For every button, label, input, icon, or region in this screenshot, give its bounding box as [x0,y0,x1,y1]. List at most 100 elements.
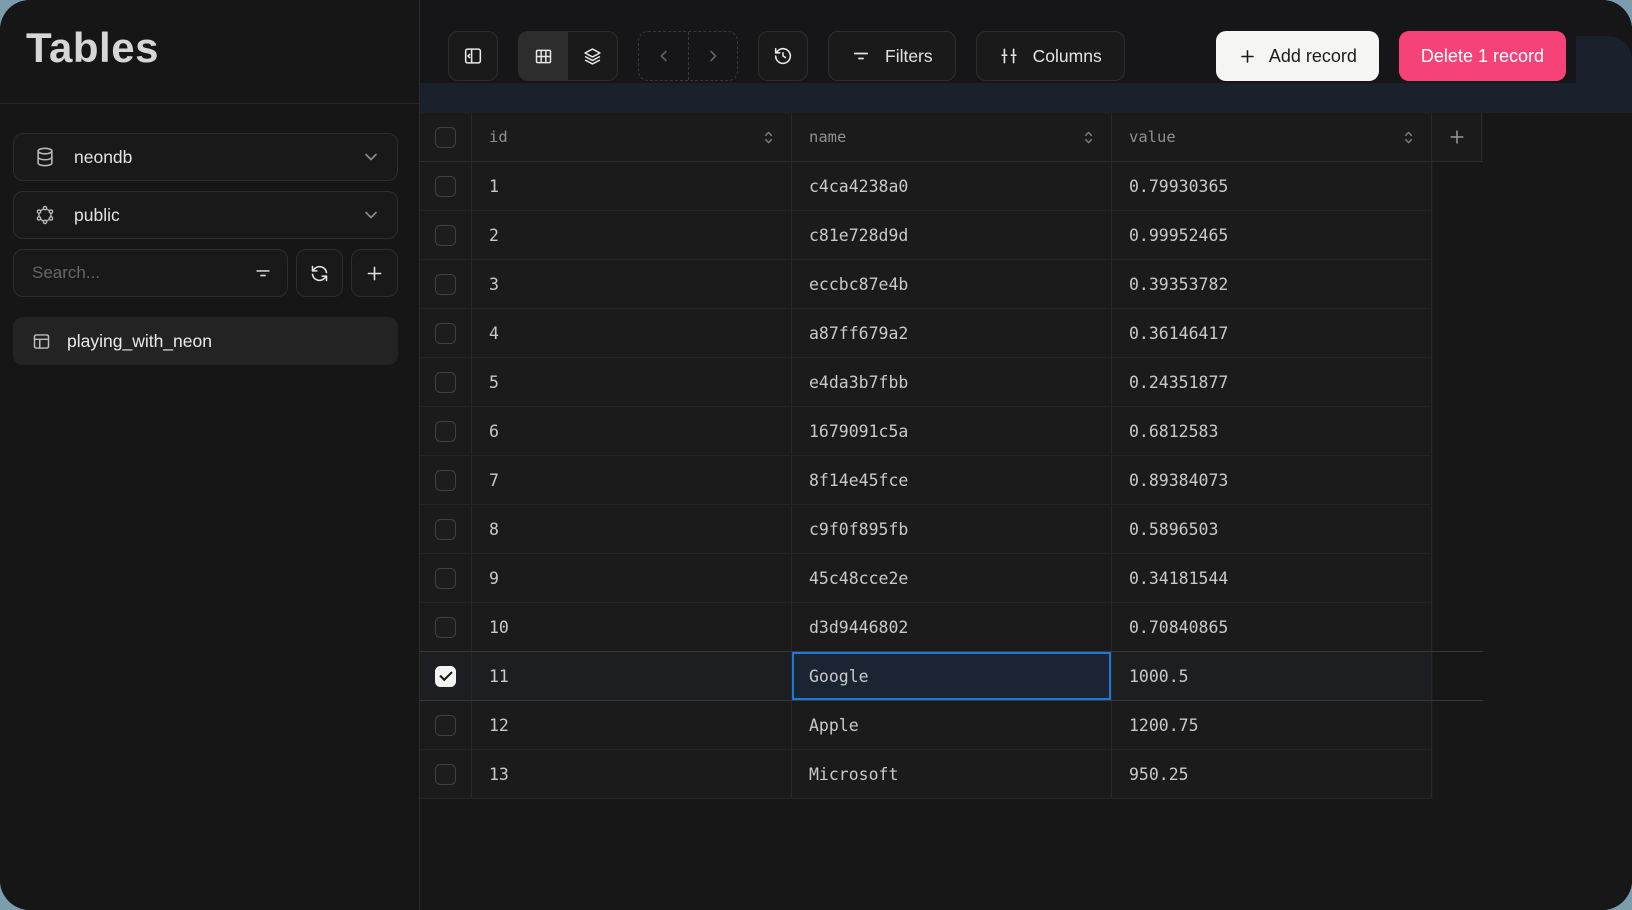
layers-view-button[interactable] [568,32,617,80]
table-row[interactable]: 9 45c48cce2e 0.34181544 [420,554,1433,603]
cell-name[interactable]: Apple [792,701,1112,749]
cell-id[interactable]: 12 [472,701,792,749]
schema-select-value: public [74,205,361,226]
row-checkbox[interactable] [435,372,456,393]
table-row[interactable]: 12 Apple 1200.75 [420,701,1433,750]
filters-button[interactable]: Filters [828,31,956,81]
row-checkbox[interactable] [435,519,456,540]
row-checkbox[interactable] [435,715,456,736]
sidebar-item-playing_with_neon[interactable]: playing_with_neon [13,317,398,365]
sort-icon[interactable] [760,129,777,146]
collapse-sidebar-button[interactable] [448,31,498,81]
column-header-id[interactable]: id [472,113,792,161]
cell-id[interactable]: 4 [472,309,792,357]
table-row[interactable]: 8 c9f0f895fb 0.5896503 [420,505,1433,554]
cell-value[interactable]: 0.5896503 [1112,505,1432,553]
table-row[interactable]: 13 Microsoft 950.25 [420,750,1433,799]
row-checkbox[interactable] [435,666,456,687]
row-checkbox[interactable] [435,568,456,589]
table-row[interactable]: 2 c81e728d9d 0.99952465 [420,211,1433,260]
add-record-button[interactable]: Add record [1216,31,1379,81]
cell-value[interactable]: 0.34181544 [1112,554,1432,602]
table-row[interactable]: 10 d3d9446802 0.70840865 [420,603,1433,652]
add-record-label: Add record [1269,46,1357,67]
cell-value[interactable]: 0.79930365 [1112,162,1432,210]
table-row[interactable]: 7 8f14e45fce 0.89384073 [420,456,1433,505]
add-column-button[interactable] [1432,113,1482,161]
sort-icon[interactable] [1080,129,1097,146]
table-row[interactable]: 5 e4da3b7fbb 0.24351877 [420,358,1433,407]
row-checkbox[interactable] [435,421,456,442]
table-view-button[interactable] [519,32,568,80]
cell-id[interactable]: 13 [472,750,792,798]
cell-name[interactable]: c81e728d9d [792,211,1112,259]
chevron-down-icon [361,147,381,167]
cell-name[interactable]: eccbc87e4b [792,260,1112,308]
row-checkbox-cell [420,162,472,210]
cell-value[interactable]: 950.25 [1112,750,1432,798]
sort-icon[interactable] [1400,129,1417,146]
history-button[interactable] [758,31,808,81]
cell-name[interactable]: 1679091c5a [792,407,1112,455]
cell-id[interactable]: 7 [472,456,792,504]
row-checkbox-cell [420,260,472,308]
select-all-checkbox[interactable] [435,127,456,148]
cell-id[interactable]: 9 [472,554,792,602]
schema-icon [34,204,56,226]
cell-value[interactable]: 1200.75 [1112,701,1432,749]
cell-value[interactable]: 0.89384073 [1112,456,1432,504]
cell-name[interactable]: a87ff679a2 [792,309,1112,357]
cell-value[interactable]: 0.99952465 [1112,211,1432,259]
row-checkbox[interactable] [435,764,456,785]
cell-value[interactable]: 1000.5 [1112,652,1432,700]
cell-name[interactable]: d3d9446802 [792,603,1112,651]
table-row[interactable]: 4 a87ff679a2 0.36146417 [420,309,1433,358]
row-checkbox[interactable] [435,176,456,197]
cell-id[interactable]: 11 [472,652,792,700]
refresh-button[interactable] [296,249,343,297]
cell-id[interactable]: 5 [472,358,792,406]
table-row[interactable]: 1 c4ca4238a0 0.79930365 [420,162,1433,211]
pagination-nav [638,31,738,81]
database-select[interactable]: neondb [13,133,398,181]
row-checkbox[interactable] [435,225,456,246]
cell-id[interactable]: 3 [472,260,792,308]
cell-name[interactable]: 45c48cce2e [792,554,1112,602]
cell-value[interactable]: 0.6812583 [1112,407,1432,455]
table-row[interactable]: 6 1679091c5a 0.6812583 [420,407,1433,456]
columns-button[interactable]: Columns [976,31,1125,81]
search-input[interactable] [32,263,253,283]
cell-id[interactable]: 10 [472,603,792,651]
cell-name[interactable]: 8f14e45fce [792,456,1112,504]
table-row[interactable]: 3 eccbc87e4b 0.39353782 [420,260,1433,309]
prev-page-button[interactable] [639,32,688,80]
row-checkbox[interactable] [435,617,456,638]
search-row [13,249,398,297]
cell-value[interactable]: 0.24351877 [1112,358,1432,406]
cell-name[interactable]: c9f0f895fb [792,505,1112,553]
table-row[interactable]: 11 Google 1000.5 [420,652,1433,701]
row-checkbox[interactable] [435,323,456,344]
row-checkbox[interactable] [435,470,456,491]
select-all-cell [420,113,472,161]
next-page-button[interactable] [688,32,737,80]
filter-icon[interactable] [253,263,273,283]
cell-value[interactable]: 0.39353782 [1112,260,1432,308]
cell-id[interactable]: 8 [472,505,792,553]
cell-value[interactable]: 0.70840865 [1112,603,1432,651]
cell-name[interactable]: Microsoft [792,750,1112,798]
schema-select[interactable]: public [13,191,398,239]
delete-record-button[interactable]: Delete 1 record [1399,31,1566,81]
cell-id[interactable]: 6 [472,407,792,455]
column-header-value[interactable]: value [1112,113,1432,161]
cell-name[interactable]: c4ca4238a0 [792,162,1112,210]
cell-name[interactable]: Google [792,652,1112,700]
cell-id[interactable]: 2 [472,211,792,259]
cell-name[interactable]: e4da3b7fbb [792,358,1112,406]
cell-value[interactable]: 0.36146417 [1112,309,1432,357]
column-header-name[interactable]: name [792,113,1112,161]
row-checkbox[interactable] [435,274,456,295]
cell-id[interactable]: 1 [472,162,792,210]
add-table-button[interactable] [351,249,398,297]
row-checkbox-cell [420,750,472,798]
